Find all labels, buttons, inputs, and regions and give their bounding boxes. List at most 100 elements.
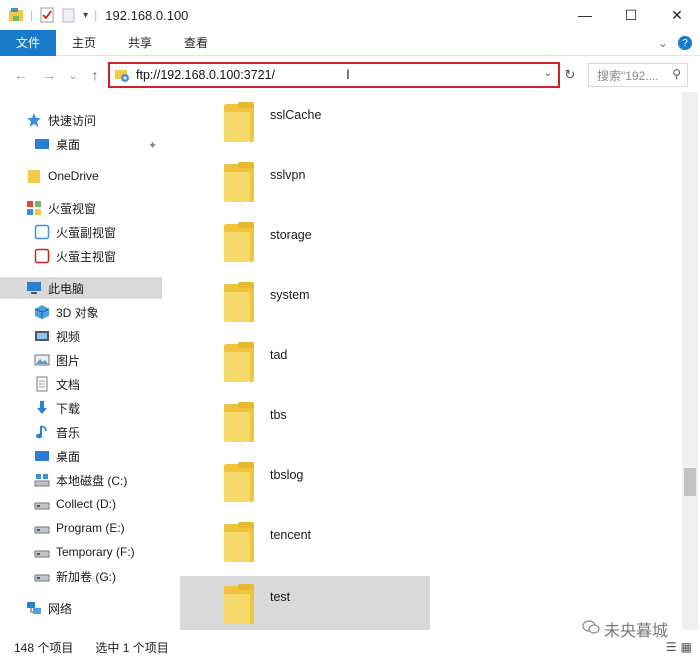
watermark-text: 未央暮城 (604, 623, 669, 640)
folder-name: sslCache (270, 108, 322, 122)
tab-view[interactable]: 查看 (168, 30, 224, 56)
explorer-app-icon[interactable] (8, 7, 24, 23)
up-button[interactable]: ↑ (84, 64, 106, 86)
sidebar-item-label: 火萤主视窗 (56, 249, 117, 264)
sidebar-item-huoying-sub[interactable]: 火萤副视窗 (34, 221, 116, 243)
download-icon (34, 400, 50, 416)
sidebar-item-onedrive[interactable]: OneDrive (26, 165, 99, 187)
tab-home[interactable]: 主页 (56, 30, 112, 56)
sidebar-item-pictures[interactable]: 图片 (34, 349, 80, 371)
sidebar-item-label: Program (E:) (56, 521, 125, 535)
folder-icon (224, 584, 254, 624)
app-icon (26, 200, 42, 216)
sidebar-item-huoying[interactable]: 火萤视窗 (26, 197, 96, 219)
sidebar-item-music[interactable]: 音乐 (34, 421, 80, 443)
maximize-button[interactable]: ☐ (608, 0, 654, 30)
folder-name: storage (270, 228, 312, 242)
folder-icon (224, 342, 254, 382)
app-icon (34, 248, 50, 264)
new-folder-icon[interactable] (61, 7, 77, 23)
desktop-icon (34, 448, 50, 464)
help-icon[interactable]: ? (678, 36, 692, 50)
watermark: 未央暮城 (582, 617, 668, 641)
sidebar-item-label: 桌面 (56, 449, 81, 464)
sidebar-item-label: 3D 对象 (56, 305, 99, 320)
folder-name: system (270, 288, 310, 302)
scrollbar-thumb[interactable] (684, 468, 696, 496)
refresh-button[interactable]: ↻ (561, 66, 579, 84)
sidebar-item-documents[interactable]: 文档 (34, 373, 80, 395)
address-text[interactable]: ftp://192.168.0.100:3721/ (136, 68, 275, 82)
sidebar-item-label: 此电脑 (48, 281, 85, 296)
navigation-bar: ← → ⌄ ↑ ftp://192.168.0.100:3721/ I ⌄ ↻ … (0, 58, 700, 92)
minimize-button[interactable]: — (562, 0, 608, 30)
ribbon-tabs: 文件 主页 共享 查看 ⌄ ? (0, 29, 700, 56)
3d-icon (34, 304, 50, 320)
address-bar[interactable]: ftp://192.168.0.100:3721/ I ⌄ (108, 62, 560, 88)
list-item[interactable]: system (180, 274, 430, 330)
recent-locations-button[interactable]: ⌄ (62, 64, 84, 86)
sidebar-item-quick-access[interactable]: 快速访问 (26, 109, 96, 131)
properties-icon[interactable] (39, 7, 55, 23)
address-dropdown-icon[interactable]: ⌄ (544, 68, 552, 79)
tab-share[interactable]: 共享 (112, 30, 168, 56)
forward-button[interactable]: → (38, 64, 60, 86)
list-item[interactable]: sslvpn (180, 154, 430, 210)
folder-name: test (270, 590, 291, 604)
folder-icon (224, 522, 254, 562)
sidebar-item-drive-d[interactable]: Collect (D:) (34, 493, 116, 515)
computer-icon (26, 280, 42, 296)
sidebar-item-3d-objects[interactable]: 3D 对象 (34, 301, 99, 323)
tab-file[interactable]: 文件 (0, 29, 57, 56)
text-cursor-icon: I (346, 66, 350, 82)
list-item[interactable]: storage (180, 214, 430, 270)
title-bar: | ▾ | 192.168.0.100 — ☐ ✕ (0, 0, 700, 30)
folder-icon (224, 102, 254, 142)
back-button[interactable]: ← (10, 64, 32, 86)
folder-icon (224, 402, 254, 442)
list-item[interactable]: sslCache (180, 94, 430, 150)
folder-icon (224, 162, 254, 202)
drive-icon (34, 520, 50, 536)
customize-toolbar-icon[interactable]: ▾ (83, 10, 88, 21)
close-button[interactable]: ✕ (654, 0, 700, 30)
sidebar-item-desktop-quick[interactable]: 桌面 (34, 133, 80, 155)
sidebar-item-drive-f[interactable]: Temporary (F:) (34, 541, 135, 563)
list-item[interactable]: tencent (180, 514, 430, 570)
sidebar-item-drive-g[interactable]: 新加卷 (G:) (34, 565, 116, 587)
list-item[interactable]: tbs (180, 394, 430, 450)
document-icon (34, 376, 50, 392)
sidebar-item-huoying-main[interactable]: 火萤主视窗 (34, 245, 116, 267)
list-item-selected[interactable]: test (180, 576, 430, 630)
large-icons-view-icon[interactable]: ▦ (681, 640, 692, 654)
sidebar-item-label: 火萤副视窗 (56, 225, 117, 240)
folder-name: tbs (270, 408, 287, 422)
search-input[interactable]: 搜索"192.... ⚲ (588, 63, 688, 87)
sidebar-item-label: 图片 (56, 353, 81, 368)
expand-ribbon-icon[interactable]: ⌄ (658, 36, 668, 50)
music-icon (34, 424, 50, 440)
sidebar-item-label: 火萤视窗 (48, 201, 97, 216)
details-view-icon[interactable]: ☰ (666, 640, 677, 654)
app-icon (34, 224, 50, 240)
sidebar-item-downloads[interactable]: 下载 (34, 397, 80, 419)
sidebar-item-label: 视频 (56, 329, 81, 344)
sidebar-item-label: 下载 (56, 401, 81, 416)
search-placeholder: 搜索"192.... (597, 68, 659, 83)
list-item[interactable]: tad (180, 334, 430, 390)
folder-name: tad (270, 348, 288, 362)
drive-icon (34, 568, 50, 584)
vertical-scrollbar[interactable] (682, 92, 698, 630)
sidebar-item-network[interactable]: 网络 (26, 597, 72, 619)
sidebar-item-drive-c[interactable]: 本地磁盘 (C:) (34, 469, 127, 491)
picture-icon (34, 352, 50, 368)
pin-icon[interactable]: ✦ (148, 139, 157, 152)
sidebar-item-desktop[interactable]: 桌面 (34, 445, 80, 467)
sidebar-item-label: 本地磁盘 (C:) (56, 473, 128, 488)
star-icon (26, 112, 42, 128)
drive-icon (34, 472, 50, 488)
sidebar-item-this-pc[interactable]: 此电脑 (0, 277, 162, 299)
sidebar-item-drive-e[interactable]: Program (E:) (34, 517, 125, 539)
list-item[interactable]: tbslog (180, 454, 430, 510)
sidebar-item-videos[interactable]: 视频 (34, 325, 80, 347)
